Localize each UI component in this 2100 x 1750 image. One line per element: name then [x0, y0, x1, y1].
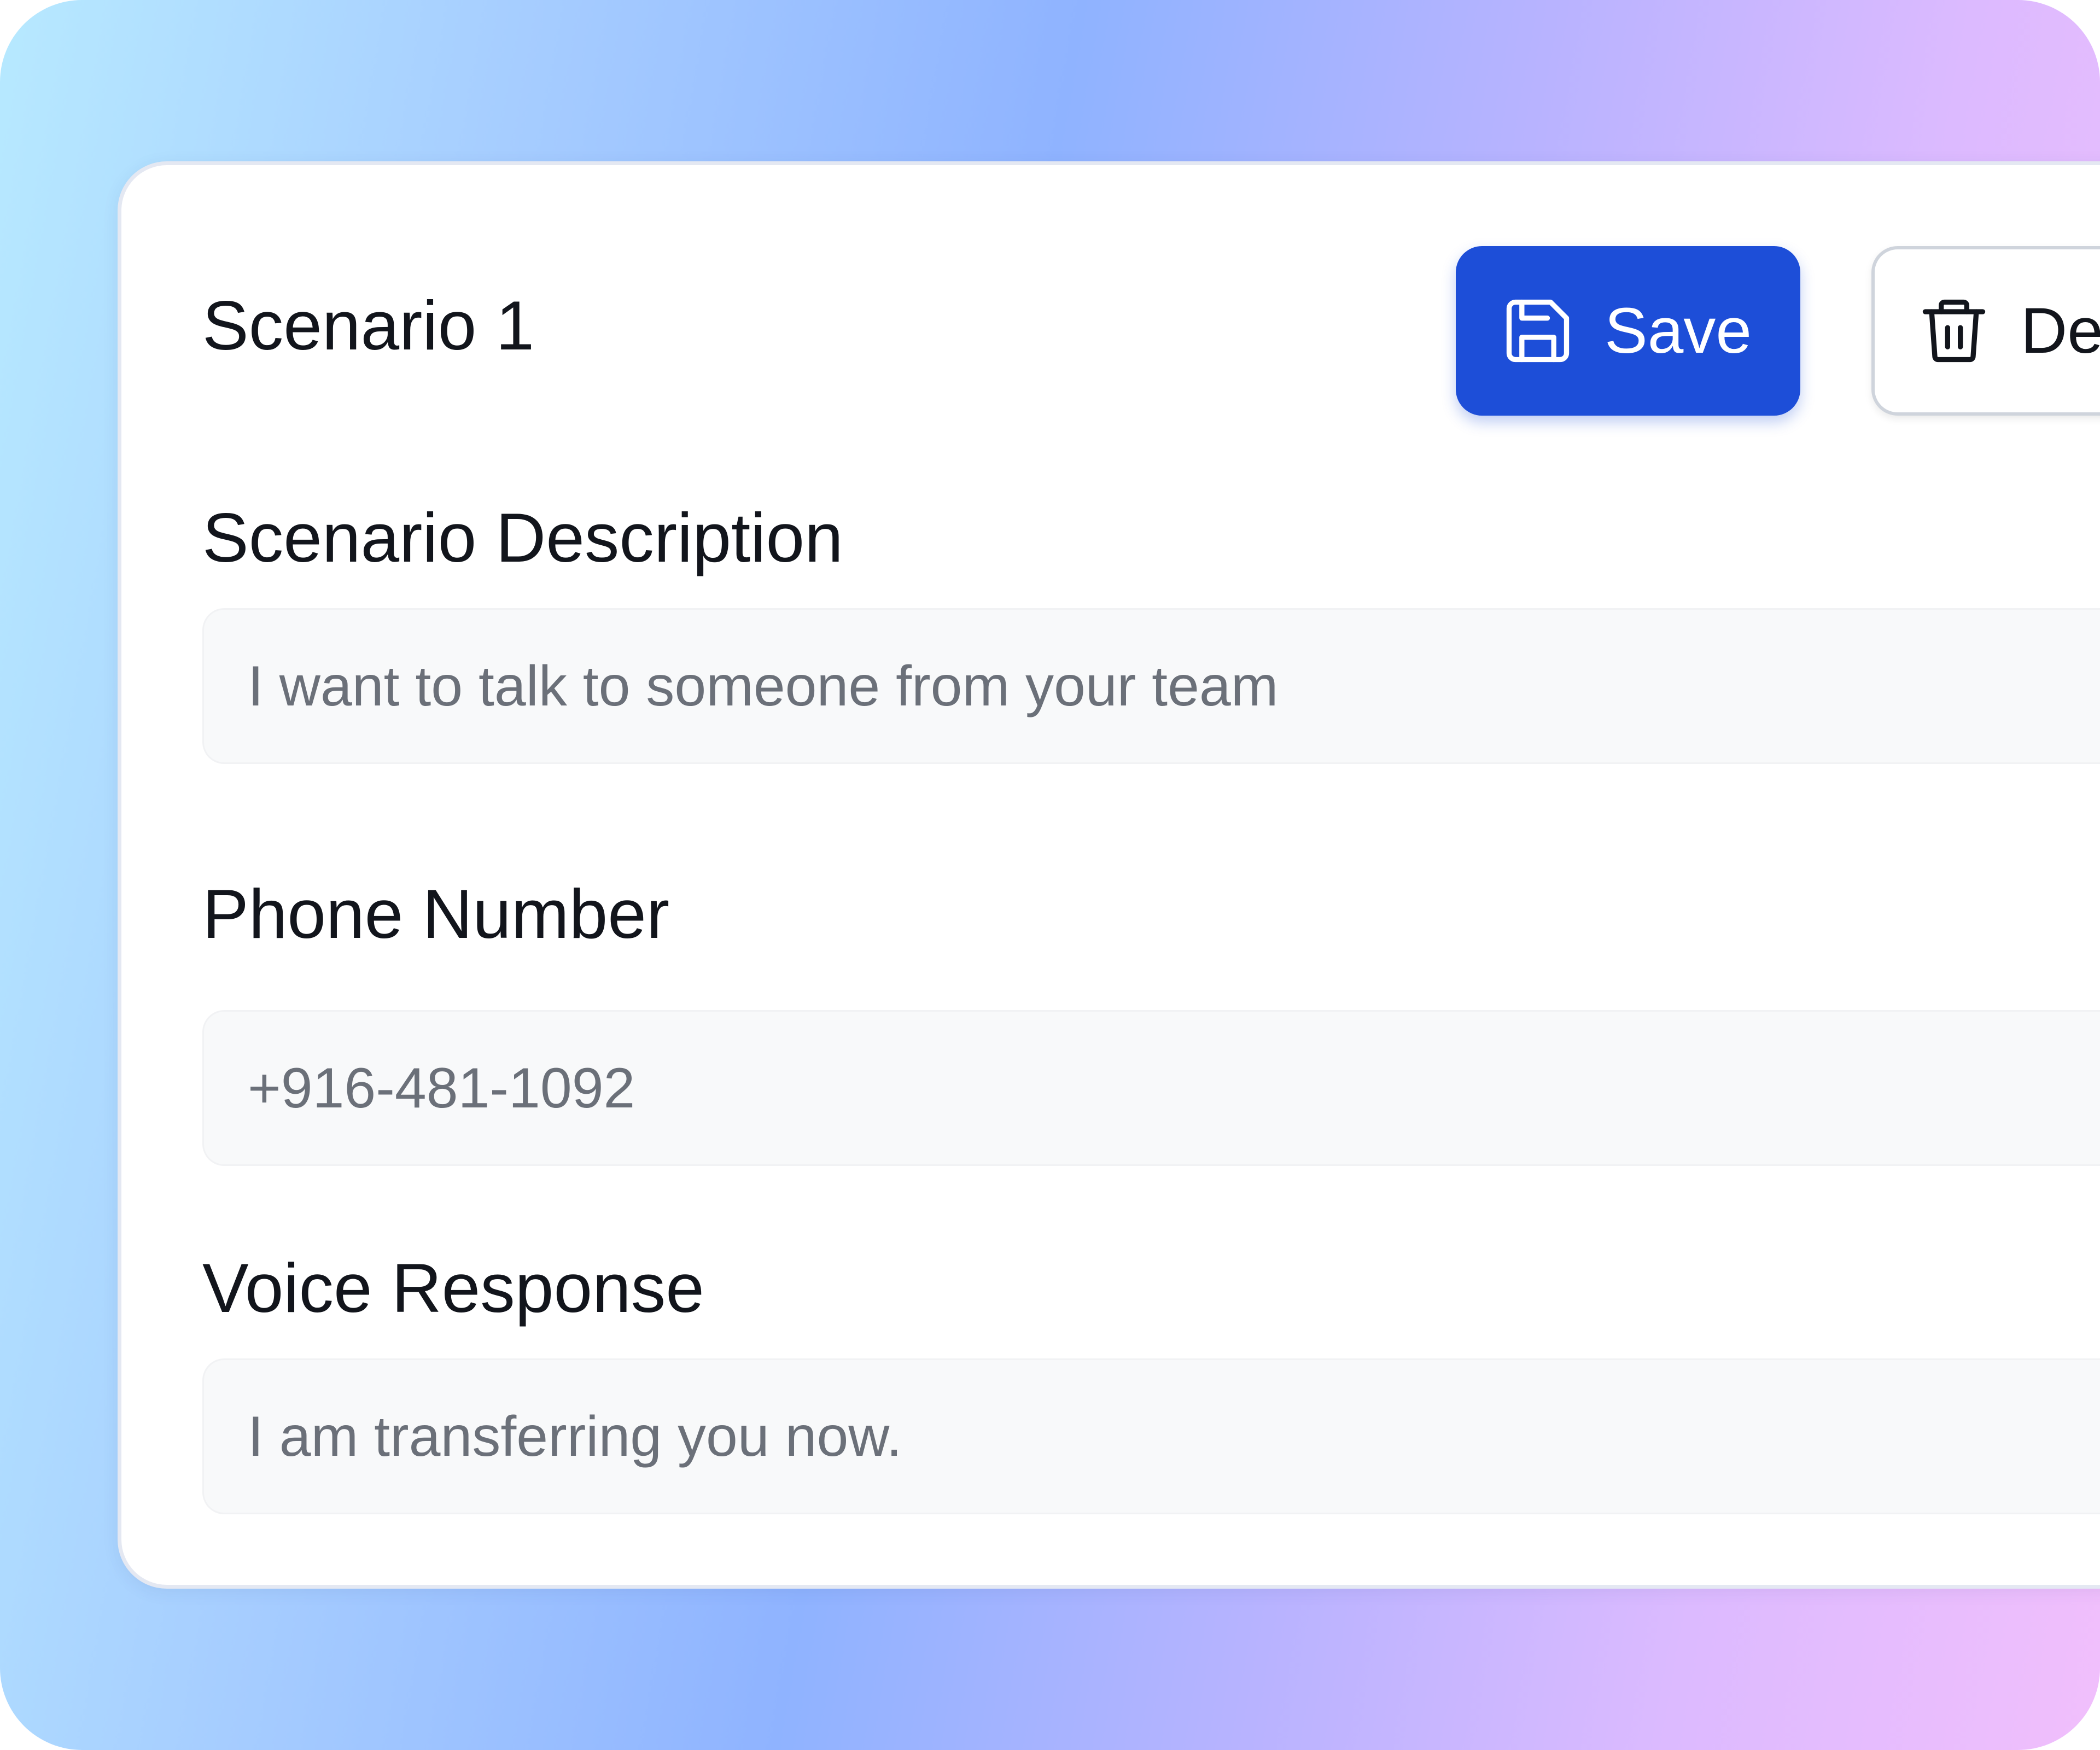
delete-button[interactable]: De	[1871, 246, 2100, 416]
voice-response-input[interactable]: I am transferring you now.	[202, 1358, 2100, 1514]
scenario-card: Scenario 1 Save De Scenario Description …	[118, 161, 2100, 1589]
scenario-description-label: Scenario Description	[202, 499, 843, 576]
phone-number-input[interactable]: +916-481-1092	[202, 1010, 2100, 1166]
save-button[interactable]: Save	[1456, 246, 1800, 416]
phone-number-label: Phone Number	[202, 875, 670, 953]
save-button-label: Save	[1605, 295, 1752, 367]
voice-response-label: Voice Response	[202, 1249, 704, 1327]
scenario-title: Scenario 1	[202, 287, 535, 364]
trash-icon	[1916, 293, 1992, 369]
gradient-background: Scenario 1 Save De Scenario Description …	[0, 0, 2100, 1750]
scenario-description-input[interactable]: I want to talk to someone from your team	[202, 608, 2100, 764]
save-icon	[1500, 293, 1576, 369]
delete-button-label: De	[2021, 295, 2100, 367]
